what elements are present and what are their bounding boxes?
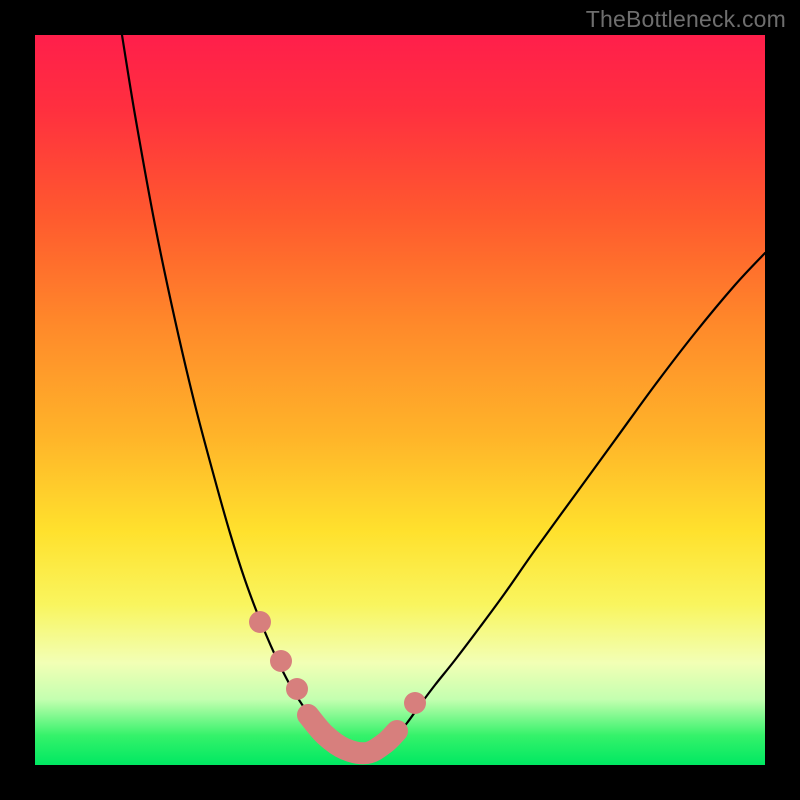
bead-dot xyxy=(270,650,292,672)
bead-dot xyxy=(404,692,426,714)
left-curve xyxy=(122,35,365,759)
curves-svg xyxy=(35,35,765,765)
bead-track-bottom xyxy=(308,715,397,753)
plot-area xyxy=(35,35,765,765)
right-curve xyxy=(365,253,765,759)
chart-frame: TheBottleneck.com xyxy=(0,0,800,800)
bead-dot xyxy=(286,678,308,700)
bead-dots-group xyxy=(249,611,426,714)
watermark-text: TheBottleneck.com xyxy=(586,6,786,33)
bead-dot xyxy=(249,611,271,633)
